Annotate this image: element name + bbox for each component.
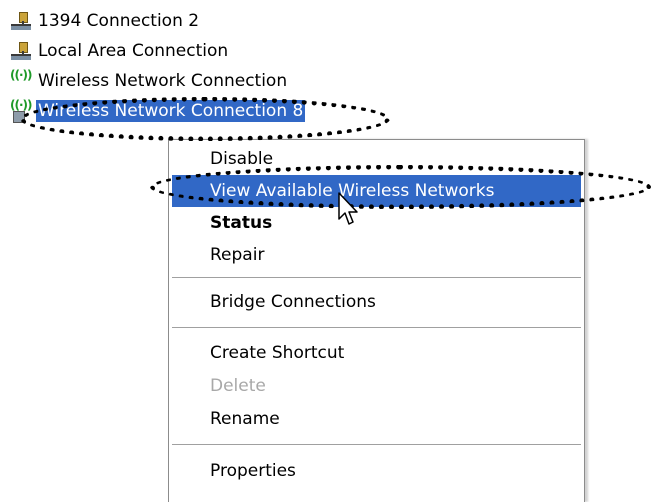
connection-label: 1394 Connection 2: [38, 11, 200, 31]
callout-ellipse-menu-item: [150, 165, 651, 209]
callout-ellipse-connection: [20, 97, 390, 141]
menu-item-status[interactable]: Status: [172, 207, 581, 239]
wired-network-icon: [10, 40, 34, 62]
menu-item-delete: Delete: [210, 376, 266, 396]
connection-label: Wireless Network Connection: [38, 71, 288, 91]
connection-1394[interactable]: 1394 Connection 2: [10, 6, 305, 36]
menu-item-repair[interactable]: Repair: [172, 239, 581, 271]
wireless-network-icon: ((·)): [10, 68, 32, 82]
menu-item-create-shortcut[interactable]: Create Shortcut: [172, 337, 581, 369]
menu-item-rename[interactable]: Rename: [172, 403, 581, 435]
wired-network-icon: [10, 10, 34, 32]
menu-item-properties[interactable]: Properties: [172, 455, 581, 487]
connection-wireless[interactable]: ((·)) Wireless Network Connection: [10, 66, 305, 96]
connection-label: Local Area Connection: [38, 41, 229, 61]
menu-separator: [172, 327, 581, 328]
menu-separator: [172, 277, 581, 278]
menu-separator: [172, 444, 581, 445]
arrow-pointer-icon: [338, 192, 358, 225]
menu-item-bridge-connections[interactable]: Bridge Connections: [172, 286, 581, 318]
connection-local-area[interactable]: Local Area Connection: [10, 36, 305, 66]
